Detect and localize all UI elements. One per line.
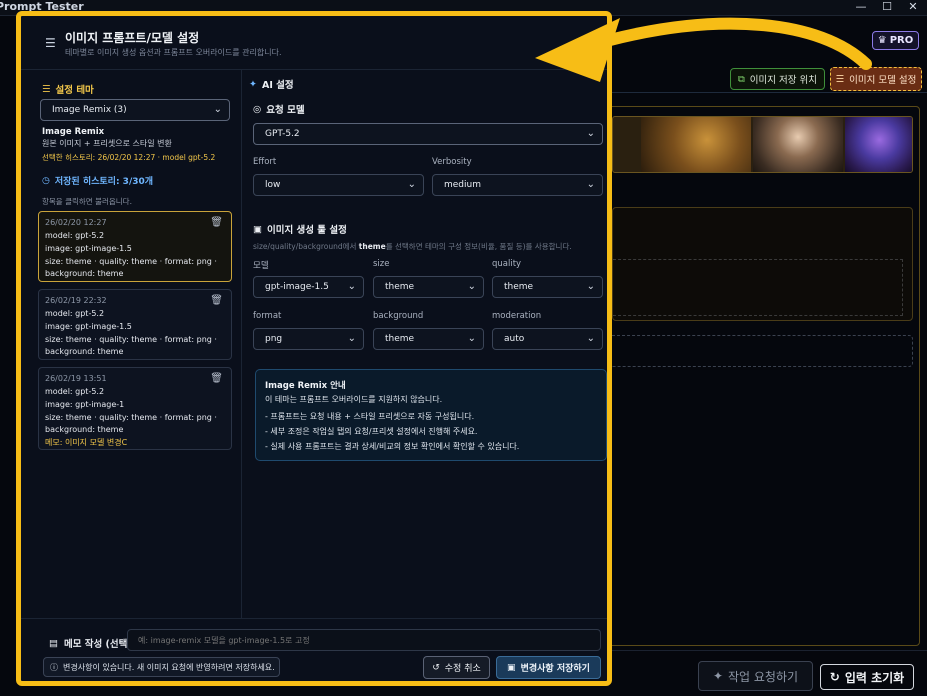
theme-panel: ☰ 설정 테마 Image Remix (3) ⌄ Image Remix 원본… [21, 70, 242, 618]
pro-badge[interactable]: ♛ PRO [872, 31, 919, 50]
verbosity-select[interactable]: medium ⌄ [432, 174, 603, 196]
reset-input-button[interactable]: ↻ 입력 초기화 [820, 664, 914, 690]
settings-modal: ☰ 이미지 프롬프트/모델 설정 테마별로 이미지 생성 옵션과 프롬프트 오버… [16, 11, 612, 686]
chevron-down-icon: ⌄ [213, 104, 222, 115]
chevron-down-icon: ⌄ [586, 333, 595, 344]
theme-select[interactable]: Image Remix (3) ⌄ [40, 99, 230, 121]
request-model-select[interactable]: GPT-5.2 ⌄ [253, 123, 603, 145]
preset-image-strip[interactable] [612, 116, 913, 173]
undo-icon: ↺ [432, 662, 440, 673]
chevron-down-icon: ⌄ [586, 128, 595, 139]
history-card[interactable]: 26/02/20 12:27 🗑 model: gpt-5.2 image: g… [38, 211, 232, 282]
close-icon[interactable]: ✕ [902, 0, 924, 16]
minimize-icon[interactable]: — [850, 0, 872, 16]
saved-history-heading: ◷ 저장된 히스토리: 3/30개 [42, 175, 154, 188]
effort-select[interactable]: low ⌄ [253, 174, 424, 196]
theme-name: Image Remix [42, 127, 105, 137]
theme-description: 원본 이미지 + 프리셋으로 스타일 변환 [42, 139, 172, 148]
memo-label: ▤ 메모 작성 (선택) [49, 637, 132, 651]
sparkle-icon: ✦ [712, 669, 723, 683]
crown-icon: ♛ [877, 35, 887, 46]
modal-header: ☰ 이미지 프롬프트/모델 설정 테마별로 이미지 생성 옵션과 프롬프트 오버… [21, 16, 607, 70]
woman-portrait-image [753, 117, 843, 172]
sliders-icon: ☰ [835, 73, 845, 85]
refresh-icon: ↻ [829, 670, 840, 684]
info-icon: ⓘ [50, 662, 58, 672]
format-select[interactable]: png ⌄ [253, 328, 364, 350]
image-icon: ▣ [253, 223, 262, 235]
warrior-image [845, 117, 912, 172]
modal-footer: ▤ 메모 작성 (선택) ⓘ 변경사항이 있습니다. 새 이미지 요청에 반영하… [21, 618, 607, 681]
saved-history-hint: 항목을 클릭하면 불러옵니다. [42, 197, 132, 206]
workspace-panel [608, 106, 920, 646]
document-icon: ▤ [49, 637, 58, 649]
request-model-heading: ◎ 요청 모델 [253, 103, 305, 117]
trash-icon[interactable]: 🗑 [210, 295, 223, 306]
model-label: 모델 [253, 261, 269, 271]
image-tool-heading: ▣ 이미지 생성 툴 설정 [253, 223, 347, 237]
copy-icon: ⧉ [737, 73, 745, 85]
memo-input[interactable] [127, 629, 601, 651]
save-icon: ▣ [507, 662, 516, 673]
chevron-down-icon: ⌄ [407, 179, 416, 190]
ai-settings-panel: ✦ AI 설정 ◎ 요청 모델 GPT-5.2 ⌄ Effort low ⌄ Ver… [243, 70, 607, 618]
trash-icon[interactable]: 🗑 [210, 217, 223, 228]
divider [608, 92, 927, 93]
maximize-icon[interactable]: ☐ [876, 0, 898, 16]
selected-history: 선택한 히스토리: 26/02/20 12:27 · model gpt-5.2 [42, 153, 216, 162]
format-label: format [253, 311, 282, 321]
modal-title: 이미지 프롬프트/모델 설정 [65, 31, 200, 45]
verbosity-label: Verbosity [432, 157, 472, 167]
request-button[interactable]: ✦ 작업 요청하기 [698, 661, 813, 691]
request-box [612, 207, 913, 321]
size-select[interactable]: theme ⌄ [373, 276, 484, 298]
ai-settings-heading: ✦ AI 설정 [249, 78, 294, 92]
lion-image [641, 117, 751, 172]
quality-select[interactable]: theme ⌄ [492, 276, 603, 298]
chevron-down-icon: ⌄ [467, 333, 476, 344]
chevron-down-icon: ⌄ [347, 333, 356, 344]
effort-label: Effort [253, 157, 277, 167]
chevron-down-icon: ⌄ [586, 281, 595, 292]
quality-label: quality [492, 259, 522, 269]
moderation-select[interactable]: auto ⌄ [492, 328, 603, 350]
sparkle-icon: ✦ [249, 78, 257, 90]
dropzone[interactable] [612, 335, 913, 367]
chevron-down-icon: ⌄ [347, 281, 356, 292]
sliders-icon: ☰ [45, 36, 56, 50]
modal-subtitle: 테마별로 이미지 생성 옵션과 프롬프트 오버라이드를 관리합니다. [65, 48, 282, 57]
size-label: size [373, 259, 390, 269]
trash-icon[interactable]: 🗑 [210, 373, 223, 384]
moderation-label: moderation [492, 311, 542, 321]
image-location-button[interactable]: ⧉ 이미지 저장 위치 [730, 68, 825, 90]
image-remix-info: Image Remix 안내 이 테마는 프롬프트 오버라이드를 지원하지 않습… [255, 369, 607, 461]
cancel-edit-button[interactable]: ↺ 수정 취소 [423, 656, 490, 679]
history-card[interactable]: 26/02/19 22:32 🗑 model: gpt-5.2 image: g… [38, 289, 232, 360]
chevron-down-icon: ⌄ [586, 179, 595, 190]
chat-icon: ◎ [253, 103, 262, 115]
image-model-settings-button[interactable]: ☰ 이미지 모델 설정 [830, 67, 922, 91]
image-tool-hint: size/quality/background에서 theme를 선택하면 테마… [253, 242, 572, 251]
sliders-icon: ☰ [42, 83, 51, 95]
background-label: background [373, 311, 424, 321]
image-model-select[interactable]: gpt-image-1.5 ⌄ [253, 276, 364, 298]
unsaved-notice: ⓘ 변경사항이 있습니다. 새 이미지 요청에 반영하려면 저장하세요. [43, 657, 280, 677]
chevron-down-icon: ⌄ [467, 281, 476, 292]
clock-icon: ◷ [42, 175, 50, 186]
save-changes-button[interactable]: ▣ 변경사항 저장하기 [496, 656, 601, 679]
theme-heading: ☰ 설정 테마 [42, 83, 94, 97]
background-select[interactable]: theme ⌄ [373, 328, 484, 350]
history-card[interactable]: 26/02/19 13:51 🗑 model: gpt-5.2 image: g… [38, 367, 232, 450]
